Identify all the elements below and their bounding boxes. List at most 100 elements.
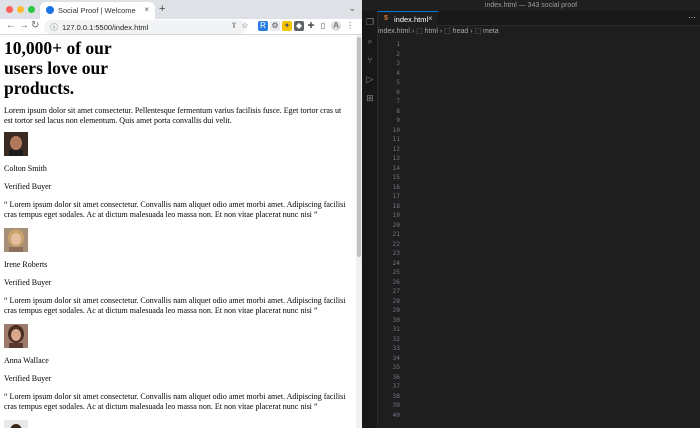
editor-title: index.html — 343 social proof	[362, 0, 700, 11]
profile-avatar[interactable]: A	[331, 21, 341, 31]
browser-tab[interactable]: Social Proof | Welcome ×	[40, 2, 155, 19]
testimonial-role: Verified Buyer	[4, 182, 52, 191]
line-number: 26	[392, 278, 400, 286]
line-number: 40	[392, 411, 400, 419]
testimonial-quote: “ Lorem ipsum dolor sit amet consectetur…	[4, 392, 346, 411]
page-heading: 10,000+ of our users love our products.	[4, 38, 112, 98]
line-number: 25	[392, 269, 400, 276]
line-number: 18	[392, 202, 400, 210]
extension-icon[interactable]: ✦	[282, 21, 292, 31]
line-number: 16	[392, 183, 400, 191]
line-number: 10	[392, 126, 400, 134]
line-number: 34	[392, 354, 400, 362]
testimonial-role: Verified Buyer	[4, 278, 52, 287]
browser-window: Social Proof | Welcome × + ⌄ ← → ↻ ⓘ 127…	[0, 0, 362, 428]
editor-tab-index-html[interactable]: 5 index.html ×	[378, 11, 438, 26]
extensions-icon[interactable]: ⊞	[365, 93, 375, 103]
user-photo-colton	[4, 132, 28, 156]
code-editor-window: index.html — 343 social proof ❐ ⌕ ⑂ ▷ ⊞ …	[362, 0, 700, 428]
web-page: 10,000+ of our users love our products. …	[0, 35, 356, 428]
testimonial-name: Colton Smith	[4, 164, 47, 173]
line-number: 3	[396, 60, 400, 67]
tab-bar: Social Proof | Welcome × + ⌄	[0, 0, 362, 19]
close-tab-icon[interactable]: ×	[428, 14, 433, 23]
back-button[interactable]: ←	[6, 20, 16, 31]
activity-bar: ❐ ⌕ ⑂ ▷ ⊞	[362, 11, 378, 428]
line-number: 8	[396, 107, 400, 115]
intro-text: Lorem ipsum dolor sit amet consectetur. …	[4, 106, 342, 125]
line-number: 33	[392, 345, 400, 352]
user-photo-anna	[4, 324, 28, 348]
testimonial: Irene Roberts Verified Buyer “ Lorem ips…	[4, 228, 352, 316]
line-number: 39	[392, 402, 400, 409]
line-number: 7	[396, 98, 400, 105]
line-number: 36	[392, 373, 400, 381]
extension-icon[interactable]: ◆	[294, 21, 304, 31]
line-number: 17	[392, 193, 400, 200]
line-number: 23	[392, 250, 400, 257]
puzzle-icon[interactable]: ✚	[306, 21, 316, 31]
new-tab-button[interactable]: +	[159, 3, 165, 15]
forward-button[interactable]: →	[19, 20, 29, 31]
address-bar[interactable]: ⓘ 127.0.0.1:5500/index.html	[44, 20, 246, 34]
close-window-button[interactable]	[6, 6, 13, 13]
more-actions-icon[interactable]: ⋯	[688, 13, 696, 22]
line-number: 32	[392, 335, 400, 343]
bookmark-star-icon[interactable]: ☆	[240, 21, 250, 31]
extension-icon[interactable]: ⚙	[270, 21, 280, 31]
editor-tab-label: index.html	[394, 15, 429, 24]
line-number: 14	[392, 164, 400, 172]
line-number: 35	[392, 364, 400, 371]
line-number: 9	[396, 117, 400, 124]
extension-icon[interactable]: R	[258, 21, 268, 31]
testimonial: Colton Smith Verified Buyer “ Lorem ipsu…	[4, 132, 352, 220]
line-number: 37	[392, 383, 400, 390]
testimonial-name: Anna Wallace	[4, 356, 49, 365]
line-number: 22	[392, 240, 400, 248]
source-control-icon[interactable]: ⑂	[365, 55, 375, 65]
testimonial-quote: “ Lorem ipsum dolor sit amet consectetur…	[4, 296, 346, 315]
line-number: 1	[396, 41, 400, 48]
line-number: 2	[396, 50, 400, 58]
line-number: 4	[396, 69, 400, 77]
editor-tab-bar: 5 index.html × ⋯	[378, 11, 700, 26]
close-tab-icon[interactable]: ×	[144, 5, 149, 14]
reload-button[interactable]: ↻	[31, 20, 39, 31]
line-number: 38	[392, 392, 400, 400]
share-icon[interactable]: ⇪	[229, 21, 239, 31]
screen: Social Proof | Welcome × + ⌄ ← → ↻ ⓘ 127…	[0, 0, 700, 428]
chevron-down-icon[interactable]: ⌄	[348, 3, 356, 14]
files-icon[interactable]: ❐	[365, 17, 375, 27]
line-number: 20	[392, 221, 400, 229]
line-number: 15	[392, 174, 400, 181]
line-number: 6	[396, 88, 400, 96]
testimonial-quote: “ Lorem ipsum dolor sit amet consectetur…	[4, 200, 346, 219]
html-file-icon: 5	[384, 15, 388, 22]
code-area[interactable]: 1 2 3 4 5 6 7 8 9 10 11 12 13 14 15 16 17 18 19 20 21 22 23 24 2…	[378, 38, 700, 428]
line-number: 21	[392, 231, 400, 238]
breadcrumb[interactable]: index.html › ⬚ html › ⬚ head › ⬚ meta	[378, 26, 700, 38]
run-debug-icon[interactable]: ▷	[365, 74, 375, 84]
zoom-window-button[interactable]	[28, 6, 35, 13]
user-photo-irene	[4, 228, 28, 252]
line-number: 27	[392, 288, 400, 295]
info-icon[interactable]: ⓘ	[50, 22, 58, 33]
globe-icon	[46, 6, 54, 14]
line-number: 28	[392, 297, 400, 305]
minimize-window-button[interactable]	[17, 6, 24, 13]
url-text: 127.0.0.1:5500/index.html	[62, 23, 149, 32]
testimonial: Anna Wallace Verified Buyer “ Lorem ipsu…	[4, 324, 352, 412]
scrollbar-thumb[interactable]	[357, 37, 361, 257]
menu-icon[interactable]: ⋮	[345, 21, 355, 31]
line-number: 19	[392, 212, 400, 219]
line-number: 12	[392, 145, 400, 153]
search-icon[interactable]: ⌕	[365, 36, 375, 46]
line-number: 11	[392, 136, 400, 143]
line-number: 29	[392, 307, 400, 314]
line-number: 24	[392, 259, 400, 267]
line-number: 31	[392, 326, 400, 333]
tab-title: Social Proof | Welcome	[58, 6, 136, 15]
sidebar-icon[interactable]: ▯	[318, 21, 328, 31]
browser-toolbar: ← → ↻ ⓘ 127.0.0.1:5500/index.html ⇪ ☆ R …	[0, 19, 362, 35]
line-number: 30	[392, 316, 400, 324]
